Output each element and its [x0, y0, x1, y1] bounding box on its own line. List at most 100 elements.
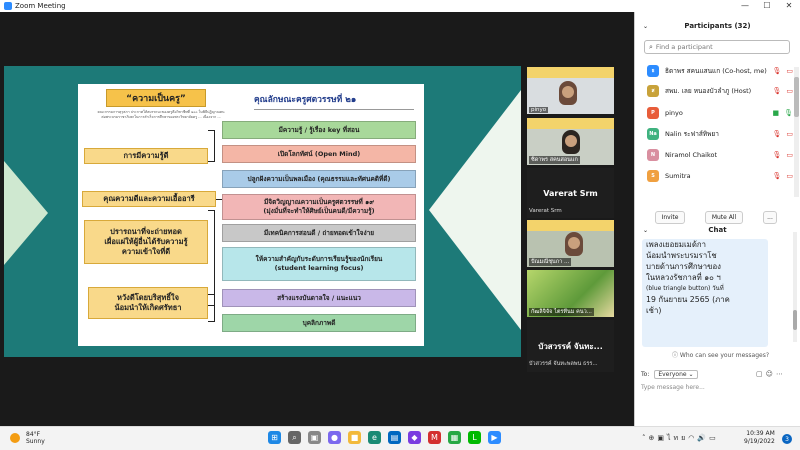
right-box-1: มีความรู้ / รู้เรื่อง key ที่สอน: [222, 121, 416, 139]
clock[interactable]: 10:39 AM 9/19/2022: [744, 430, 775, 446]
right-box-6: ให้ความสำคัญกับระดับการเรียนรู้ของนักเรี…: [222, 247, 416, 281]
zoom-icon[interactable]: ▶: [488, 431, 501, 444]
participant-row[interactable]: ส สพม. เลย หนองบัวลำภู (Host) 🎙 ▭: [635, 81, 793, 101]
chat-recipient-row: To: Everyone ⌄: [641, 370, 698, 379]
app-icon[interactable]: ◆: [408, 431, 421, 444]
chat-line: ในหลวงรัชกาลที่ ๑๐ ฯ: [646, 273, 721, 282]
app-icon[interactable]: ▦: [448, 431, 461, 444]
video-thumbnail-3[interactable]: ปัณมณีชุบภา ...: [527, 220, 614, 267]
thumbnail-caption: กัฒลิจิจัจ ไตรทีนม คนว...: [529, 308, 594, 316]
participant-face: [559, 81, 577, 105]
slide-content-panel: “ความเป็นครู” คณะกรรมการคุรุสภา ประกาศให…: [78, 84, 424, 346]
video-thumbnail-1[interactable]: pinyo: [527, 67, 614, 114]
participant-search-input[interactable]: ⌕ Find a participant: [644, 40, 790, 54]
time: 10:39 AM: [746, 430, 775, 437]
right-box-5: มีเทคนิคการสอนดี / ถ่ายทอดเข้าใจง่าย: [222, 224, 416, 242]
notification-badge[interactable]: 3: [782, 434, 792, 444]
name-card-2[interactable]: บัวสวรรค์ จันทะ... บัวสวรรค์ จันทะพลพน ธ…: [527, 320, 614, 372]
windows-taskbar: 84°F Sunny ⊞ ⌕ ▣ ● ■ e ▤ ◆ M ▦ L ▶ ˄⊕▣ไท…: [0, 426, 800, 450]
weather-widget[interactable]: 84°F Sunny: [10, 431, 45, 445]
antivirus-icon[interactable]: M: [428, 431, 441, 444]
line-icon[interactable]: L: [468, 431, 481, 444]
store-icon[interactable]: ▤: [388, 431, 401, 444]
left-box-3: ปรารถนาที่จะถ่ายทอด เผื่อแผ่ให้ผู้อื่นได…: [84, 220, 208, 264]
volume-icon[interactable]: 🔊: [697, 434, 709, 442]
muted-mic-icon: 🎙: [772, 151, 782, 159]
participant-name-large: บัวสวรรค์ จันทะ...: [538, 342, 603, 351]
slide-title: “ความเป็นครู”: [106, 89, 206, 107]
mic-on-icon: 🎙: [784, 109, 793, 117]
chat-line: น้อมนำพระบรมราโช: [646, 251, 717, 260]
avatar: Na: [647, 128, 659, 140]
avatar: ธ: [647, 65, 659, 77]
video-off-icon: ▭: [786, 87, 793, 95]
muted-mic-icon: 🎙: [772, 67, 782, 75]
participant-row[interactable]: ธ ธิดาพร สคนแสนแก (Co-host, me) 🎙 ▭: [635, 61, 793, 81]
participant-face: [562, 130, 580, 154]
collapse-caret-icon[interactable]: ⌄: [643, 23, 648, 30]
right-sidebar: ⌄ Participants (32) ⌕ Find a participant…: [634, 12, 800, 426]
maximize-button[interactable]: ☐: [756, 0, 778, 12]
participant-row[interactable]: S Sumitra 🎙 ▭: [635, 166, 793, 186]
chat-header: ⌄ Chat: [635, 222, 800, 238]
temperature: 84°F: [26, 431, 41, 438]
weather-condition: Sunny: [26, 438, 45, 445]
file-explorer-icon[interactable]: ■: [348, 431, 361, 444]
chat-app-icon[interactable]: ●: [328, 431, 341, 444]
battery-icon[interactable]: ▭: [709, 434, 719, 442]
right-box-4: มีจิตวิญญาณความเป็นครูศตวรรษที่ ๑๙ (มุ่ง…: [222, 194, 416, 220]
zoom-app-icon: [4, 2, 12, 10]
participant-name: สพม. เลย หนองบัวลำภู (Host): [665, 87, 752, 95]
chat-line: เช้า): [646, 306, 662, 315]
thumbnail-caption: ปัณมณีชุบภา ...: [529, 258, 572, 266]
who-can-see-link[interactable]: ⓘ Who can see your messages?: [672, 350, 769, 359]
scroll-thumb[interactable]: [793, 310, 797, 330]
connector-4: [208, 294, 215, 322]
sun-icon: [10, 433, 20, 443]
participant-name: Nalin ระฟาส์ทิพยา: [665, 130, 719, 138]
emoji-icon[interactable]: ☺: [766, 370, 776, 378]
more-icon[interactable]: ⋯: [776, 370, 786, 378]
left-box-4: หวังดีโดยบริสุทธิ์ใจ น้อมนำให้เกิดศรัทธา: [88, 287, 208, 319]
left-box-2: คุณความดีและความเอื้ออารี: [82, 191, 216, 207]
participant-row[interactable]: P pinyo ■ 🎙: [635, 103, 793, 123]
recipient-select[interactable]: Everyone ⌄: [654, 370, 698, 379]
wifi-icon[interactable]: ◠: [688, 434, 697, 442]
participant-name-large: Varerat Srm: [543, 189, 598, 198]
chat-line: (blue triangle button) วันที่: [646, 285, 724, 292]
search-icon[interactable]: ⌕: [288, 431, 301, 444]
slide-small-text: คณะกรรมการคุรุสภา ประกาศให้สมรรถนะของครู…: [97, 110, 225, 119]
thumbnail-caption: pinyo: [529, 107, 549, 113]
chat-scrollbar[interactable]: [793, 232, 797, 342]
start-icon[interactable]: ⊞: [268, 431, 281, 444]
name-card-1[interactable]: Varerat Srm Varerat Srm: [527, 168, 614, 218]
participant-row[interactable]: N Niramol Chaikot 🎙 ▭: [635, 145, 793, 165]
slide-heading: คุณลักษณะครูศตวรรษที่ ๒๑: [254, 92, 414, 110]
participant-row[interactable]: Na Nalin ระฟาส์ทิพยา 🎙 ▭: [635, 124, 793, 144]
language-indicator[interactable]: ไทย: [667, 434, 688, 442]
tray-app-icon[interactable]: ▣: [657, 434, 667, 442]
muted-mic-icon: 🎙: [772, 172, 782, 180]
scroll-thumb[interactable]: [794, 77, 799, 117]
participants-header: ⌄ Participants (32): [635, 18, 800, 34]
muted-mic-icon: 🎙: [772, 87, 782, 95]
right-box-3: ปลูกฝังความเป็นพลเมือง (คุณธรรมและทัศนคต…: [222, 170, 416, 188]
participants-scrollbar[interactable]: [794, 67, 799, 197]
info-icon: ⓘ: [672, 352, 680, 359]
video-off-icon: ▭: [786, 172, 793, 180]
chat-title: Chat: [708, 226, 727, 234]
file-icon[interactable]: ▢: [756, 370, 766, 378]
video-thumbnail-4[interactable]: กัฒลิจิจัจ ไตรทีนม คนว...: [527, 270, 614, 317]
participant-face: [565, 232, 583, 256]
taskbar-apps: ⊞ ⌕ ▣ ● ■ e ▤ ◆ M ▦ L ▶: [268, 431, 508, 444]
chat-line: 19 กันยายน 2565 (ภาค: [646, 295, 730, 304]
collapse-caret-icon[interactable]: ⌄: [643, 227, 648, 234]
edge-icon[interactable]: e: [368, 431, 381, 444]
close-button[interactable]: ✕: [778, 0, 800, 12]
participant-name: Niramol Chaikot: [665, 151, 718, 159]
chat-message-input[interactable]: Type message here...: [641, 384, 705, 391]
minimize-button[interactable]: —: [734, 0, 756, 12]
video-thumbnail-2[interactable]: ซิดาพร สคนสอนแก: [527, 118, 614, 165]
title-bar: Zoom Meeting — ☐ ✕: [0, 0, 800, 12]
task-view-icon[interactable]: ▣: [308, 431, 321, 444]
